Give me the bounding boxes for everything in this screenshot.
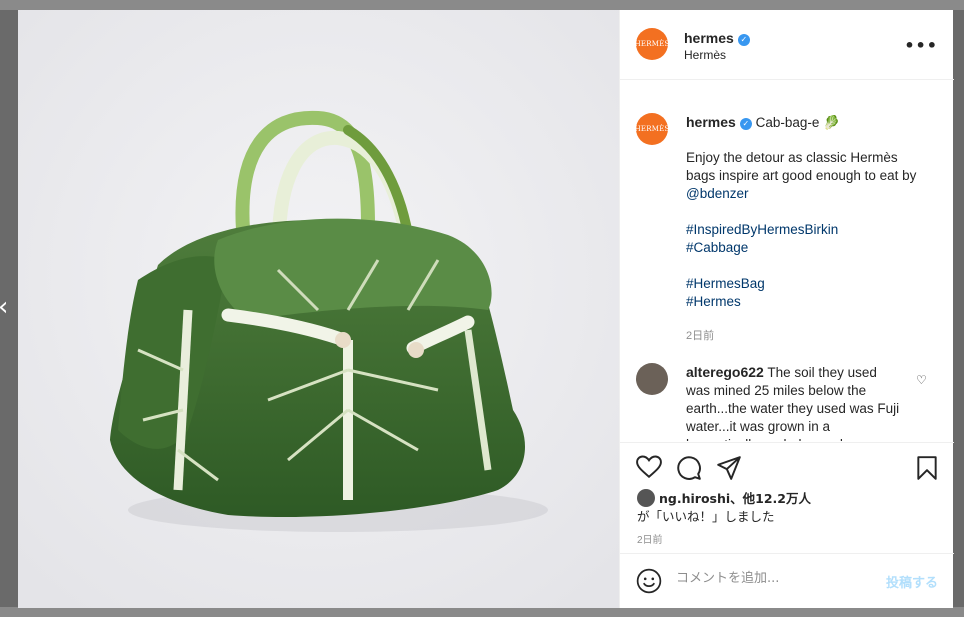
caption-timestamp[interactable]: 2日前: [686, 327, 714, 343]
post-comment-button[interactable]: 投稿する: [886, 572, 938, 591]
post-photo[interactable]: [18, 10, 619, 608]
caption-body: Enjoy the detour as classic Hermès bags …: [686, 149, 926, 203]
likes-suffix: が「いいね！」しました: [637, 509, 775, 524]
liker-avatar[interactable]: [637, 489, 655, 507]
hermes-avatar[interactable]: HERMÈS: [634, 28, 670, 60]
likes-count[interactable]: 、他12.2万人: [730, 491, 811, 506]
background-feed-bottom: [0, 607, 964, 617]
comment-input[interactable]: [674, 570, 878, 587]
comment-body: alterego622 The soil they used was mined…: [686, 363, 904, 441]
post-modal: HERMÈS hermes ✓ Hermès ••• HERMÈS hermes ✓…: [18, 10, 954, 608]
add-comment-bar: 投稿する: [620, 553, 954, 608]
like-heart-icon[interactable]: [636, 455, 662, 479]
avatar-logo-text: HERMÈS: [634, 125, 670, 133]
caption-username[interactable]: hermes: [686, 114, 736, 130]
post-header: HERMÈS hermes ✓ Hermès •••: [620, 10, 954, 80]
hashtag-link[interactable]: #InspiredByHermesBirkin: [686, 221, 926, 239]
background-feed-top: [0, 0, 964, 10]
cabbage-bag-image: [18, 10, 619, 608]
comments-area[interactable]: HERMÈS hermes ✓ Cab-bag-e 🥬 Enjoy the det…: [620, 81, 954, 441]
comment-bubble-icon[interactable]: [676, 455, 702, 481]
likes-summary: ng.hiroshi、他12.2万人 が「いいね！」しました: [637, 489, 811, 526]
hashtag-group-2: #HermesBag #Hermes: [686, 275, 926, 311]
post-timestamp[interactable]: 2日前: [637, 531, 663, 546]
caption-avatar[interactable]: HERMÈS: [634, 113, 670, 145]
header-username[interactable]: hermes: [684, 30, 734, 46]
verified-badge-icon: ✓: [739, 118, 752, 130]
hashtag-link[interactable]: #Cabbage: [686, 239, 926, 257]
verified-badge-icon: ✓: [737, 34, 750, 46]
caption-text: Enjoy the detour as classic Hermès bags …: [686, 150, 917, 183]
post-side-panel: HERMÈS hermes ✓ Hermès ••• HERMÈS hermes ✓…: [619, 10, 954, 608]
emoji-smiley-icon[interactable]: [636, 568, 662, 594]
hashtag-link[interactable]: #HermesBag: [686, 275, 926, 293]
avatar-logo-text: HERMÈS: [634, 40, 670, 48]
liker-username[interactable]: ng.hiroshi: [659, 491, 730, 506]
post-actions: ng.hiroshi、他12.2万人 が「いいね！」しました 2日前: [620, 442, 954, 553]
caption-mention-link[interactable]: @bdenzer: [686, 186, 749, 201]
caption-title-line: hermes ✓ Cab-bag-e 🥬: [686, 113, 926, 132]
hashtag-group-1: #InspiredByHermesBirkin #Cabbage: [686, 221, 926, 257]
header-location[interactable]: Hermès: [684, 48, 726, 62]
comment-like-heart-icon[interactable]: ♡: [916, 373, 927, 387]
comment-username[interactable]: alterego622: [686, 364, 764, 380]
commenter-avatar[interactable]: [636, 363, 668, 395]
previous-post-arrow[interactable]: ‹: [0, 294, 8, 320]
caption-title: Cab-bag-e 🥬: [755, 115, 840, 130]
more-options-icon[interactable]: •••: [904, 36, 938, 55]
hashtag-link[interactable]: #Hermes: [686, 293, 926, 311]
save-bookmark-icon[interactable]: [916, 455, 938, 481]
share-send-icon[interactable]: [716, 455, 742, 481]
